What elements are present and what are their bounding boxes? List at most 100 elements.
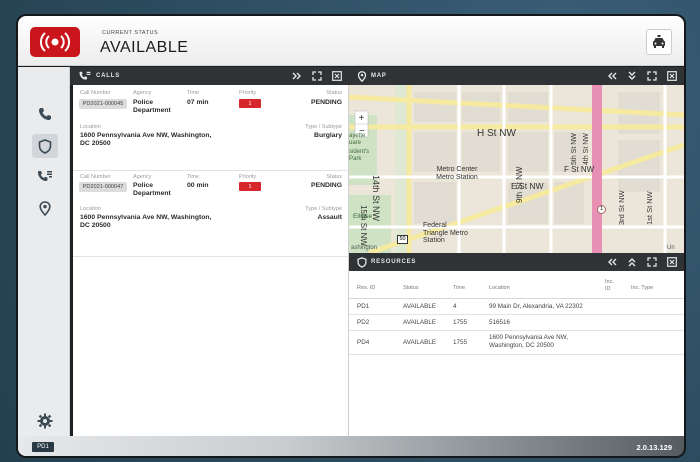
status-value: PENDING xyxy=(311,99,342,106)
map-label-15th-st: 15th St NW xyxy=(359,205,368,246)
status-value: PENDING xyxy=(311,182,342,189)
sidebar-item-calls[interactable] xyxy=(32,102,58,126)
collapse-up-button[interactable] xyxy=(626,256,638,268)
collapse-left-button[interactable] xyxy=(606,256,618,268)
location-value: 1600 Pennsylvania Ave NW, Washington, DC… xyxy=(80,214,212,229)
agency-label: Agency xyxy=(133,174,152,180)
map-panel-controls xyxy=(606,70,678,82)
location-pin-icon xyxy=(39,200,51,216)
close-panel-button[interactable] xyxy=(666,70,678,82)
map-label-9th-st: 9th St NW xyxy=(515,166,524,203)
cell-res-id: PD4 xyxy=(357,339,370,346)
phone-list-icon xyxy=(79,71,91,80)
column-header-time[interactable]: Time xyxy=(453,285,465,291)
sidebar-item-security[interactable] xyxy=(32,134,58,158)
call-card[interactable]: Call Number PD2021-000045 Agency Police … xyxy=(73,85,349,171)
expand-icon xyxy=(647,71,657,81)
current-status-label: CURRENT STATUS xyxy=(102,30,159,36)
calls-panel-title: CALLS xyxy=(96,73,120,79)
column-header-status[interactable]: Status xyxy=(403,285,419,291)
time-label: Time xyxy=(187,90,200,96)
expand-icon xyxy=(647,257,657,267)
expand-panel-button[interactable] xyxy=(646,70,658,82)
call-number-label: Call Number xyxy=(80,90,111,96)
cell-status: AVAILABLE xyxy=(403,339,437,346)
column-header-inc-type[interactable]: Inc. Type xyxy=(631,285,653,291)
map-label-presidents-park: sident's Park xyxy=(349,149,370,162)
double-chevron-left-icon xyxy=(608,72,617,80)
phone-icon xyxy=(39,108,51,120)
phone-list-icon xyxy=(38,171,52,181)
cell-location: 99 Main Dr, Alexandria, VA 22302 xyxy=(489,303,583,310)
close-panel-button[interactable] xyxy=(331,70,343,82)
map-panel-title: MAP xyxy=(371,73,387,79)
agency-label: Agency xyxy=(133,90,152,96)
map-label-f-st: F St NW xyxy=(564,165,595,174)
map-label-metro-center: Metro Center Metro Station xyxy=(436,166,478,181)
footer-bar xyxy=(18,436,684,456)
cell-res-id: PD2 xyxy=(357,319,370,326)
emergency-alarm-button[interactable] xyxy=(30,27,80,57)
shield-icon xyxy=(38,138,52,154)
collapse-left-button[interactable] xyxy=(606,70,618,82)
collapse-down-button[interactable] xyxy=(626,70,638,82)
unit-badge[interactable]: PD1 xyxy=(32,442,54,452)
sidebar-item-map[interactable] xyxy=(32,196,58,220)
settings-button[interactable] xyxy=(34,410,56,432)
map-label-ellipse: Ellipse xyxy=(353,213,373,220)
map-panel-header: MAP xyxy=(349,67,684,85)
current-status-value: AVAILABLE xyxy=(100,39,189,56)
column-header-inc-id[interactable]: Inc. ID xyxy=(605,279,619,293)
map-route-1-shield: 1 xyxy=(597,205,606,214)
priority-badge: 1 xyxy=(239,182,261,191)
double-chevron-right-icon xyxy=(292,72,301,80)
shield-icon xyxy=(357,256,367,268)
location-label: Location xyxy=(80,206,101,212)
agency-value: Police Department xyxy=(133,182,171,197)
map-label-4th-st: 4th St NW xyxy=(583,133,590,165)
time-value: 00 min xyxy=(187,182,209,189)
map-label-washington: ashington xyxy=(351,245,378,251)
close-panel-button[interactable] xyxy=(666,256,678,268)
table-row[interactable]: PD2 AVAILABLE 1755 516516 xyxy=(349,315,684,331)
collapse-right-button[interactable] xyxy=(291,70,303,82)
vehicle-status-button[interactable] xyxy=(646,29,672,55)
cell-status: AVAILABLE xyxy=(403,319,437,326)
map-label-1st-st: 1st St NW xyxy=(645,191,654,225)
calls-panel-controls xyxy=(291,70,343,82)
close-icon xyxy=(667,257,677,267)
expand-panel-button[interactable] xyxy=(646,256,658,268)
map-label-3rd-st: 3rd St NW xyxy=(617,190,626,225)
column-header-res-id[interactable]: Res. ID xyxy=(357,285,375,291)
time-label: Time xyxy=(187,174,200,180)
app-header: CURRENT STATUS AVAILABLE xyxy=(18,16,684,66)
sidebar-item-call-list[interactable] xyxy=(32,165,58,189)
calls-panel-header: CALLS xyxy=(70,67,349,85)
map-label-union: Un xyxy=(667,245,675,251)
double-chevron-up-icon xyxy=(628,258,636,267)
double-chevron-down-icon xyxy=(628,71,636,80)
type-label: Type / Subtype xyxy=(305,206,342,212)
map-route-50-shield: 50 xyxy=(397,235,408,244)
type-value: Burglary xyxy=(314,132,342,139)
cell-status: AVAILABLE xyxy=(403,303,437,310)
expand-panel-button[interactable] xyxy=(311,70,323,82)
alarm-broadcast-icon xyxy=(39,32,71,52)
close-icon xyxy=(332,71,342,81)
map-view[interactable]: + − H St NW F St NW E St NW 14th St NW 1… xyxy=(349,85,684,253)
call-number-label: Call Number xyxy=(80,174,111,180)
resources-table-header: Res. ID Status Time Location Inc. ID Inc… xyxy=(349,271,684,299)
call-card[interactable]: Call Number PD2021-000047 Agency Police … xyxy=(73,171,349,257)
location-label: Location xyxy=(80,124,101,130)
calls-list: Call Number PD2021-000045 Agency Police … xyxy=(73,85,349,436)
gear-icon xyxy=(37,413,53,429)
column-header-location[interactable]: Location xyxy=(489,285,510,291)
table-row[interactable]: PD4 AVAILABLE 1755 1600 Pennsylvania Ave… xyxy=(349,331,684,355)
cell-time: 4 xyxy=(453,303,457,310)
sidebar-nav xyxy=(18,67,70,456)
close-icon xyxy=(667,71,677,81)
call-number-badge: PD2021-000047 xyxy=(79,182,127,192)
table-row[interactable]: PD1 AVAILABLE 4 99 Main Dr, Alexandria, … xyxy=(349,299,684,315)
priority-label: Priority xyxy=(239,174,257,180)
cell-res-id: PD1 xyxy=(357,303,370,310)
